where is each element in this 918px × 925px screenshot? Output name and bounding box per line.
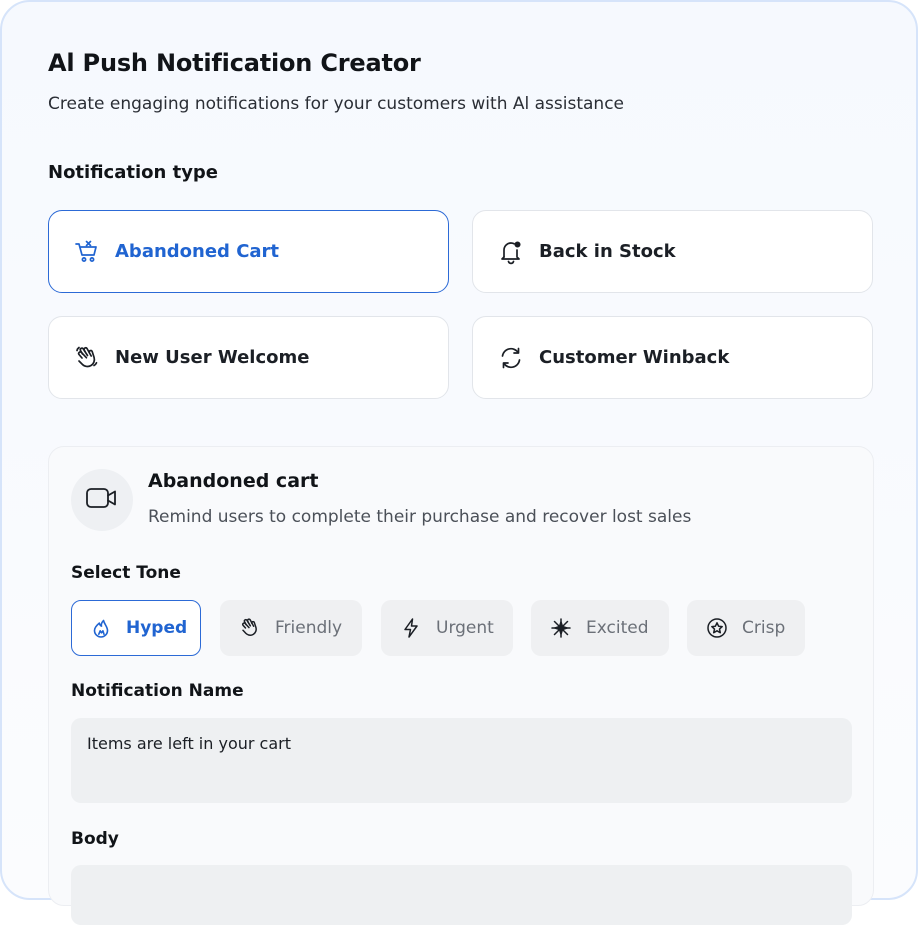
type-option-label: Customer Winback: [539, 347, 730, 368]
notification-type-label: Notification type: [48, 162, 219, 183]
detail-title: Abandoned cart: [148, 470, 319, 492]
page-title: Al Push Notification Creator: [48, 49, 421, 77]
sparkle-icon: [550, 617, 572, 639]
tone-option-urgent[interactable]: Urgent: [381, 600, 513, 656]
lightning-icon: [400, 617, 422, 639]
bell-icon: [498, 239, 524, 265]
notification-creator-panel: Al Push Notification Creator Create enga…: [0, 0, 918, 925]
tone-option-label: Urgent: [436, 618, 494, 638]
page-subtitle: Create engaging notifications for your c…: [48, 94, 624, 114]
body-input[interactable]: [71, 865, 852, 925]
type-option-label: New User Welcome: [115, 347, 310, 368]
flame-icon: [90, 617, 112, 639]
star-circle-icon: [706, 617, 728, 639]
wave-hand-icon: [74, 345, 100, 371]
tone-option-label: Crisp: [742, 618, 786, 638]
select-tone-label: Select Tone: [71, 563, 181, 583]
tone-option-friendly[interactable]: Friendly: [220, 600, 362, 656]
type-option-label: Abandoned Cart: [115, 241, 280, 262]
hand-icon: [239, 617, 261, 639]
notification-name-label: Notification Name: [71, 681, 244, 701]
cart-x-icon: [74, 239, 100, 265]
tone-option-excited[interactable]: Excited: [531, 600, 669, 656]
detail-avatar: [71, 469, 133, 531]
tone-option-label: Friendly: [275, 618, 343, 638]
tone-option-crisp[interactable]: Crisp: [687, 600, 805, 656]
type-option-customer-winback[interactable]: Customer Winback: [472, 316, 873, 399]
refresh-icon: [498, 345, 524, 371]
detail-description: Remind users to complete their purchase …: [148, 507, 692, 527]
type-option-abandoned-cart[interactable]: Abandoned Cart: [48, 210, 449, 293]
video-camera-icon: [85, 485, 119, 515]
type-option-back-in-stock[interactable]: Back in Stock: [472, 210, 873, 293]
type-option-label: Back in Stock: [539, 241, 676, 262]
notification-name-input[interactable]: Items are left in your cart: [71, 718, 852, 803]
type-option-new-user-welcome[interactable]: New User Welcome: [48, 316, 449, 399]
tone-option-label: Hyped: [126, 618, 188, 638]
tone-option-hyped[interactable]: Hyped: [71, 600, 201, 656]
body-label: Body: [71, 829, 119, 849]
tone-option-label: Excited: [586, 618, 649, 638]
notification-detail-card: Abandoned cart Remind users to complete …: [48, 446, 874, 925]
